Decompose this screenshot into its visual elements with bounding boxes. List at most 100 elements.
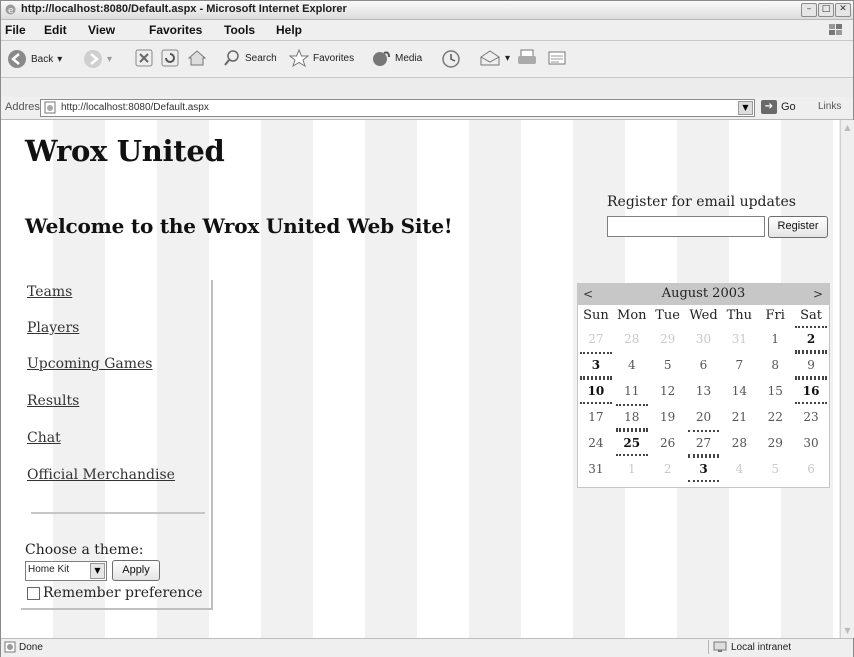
search-icon	[224, 50, 239, 66]
print-button[interactable]	[517, 49, 537, 67]
svg-text:e: e	[8, 6, 14, 16]
history-button[interactable]	[441, 49, 461, 69]
maximize-icon[interactable]: □	[818, 3, 834, 17]
back-button[interactable]: Back ▾	[7, 49, 62, 69]
calendar-day[interactable]: 31	[578, 456, 614, 482]
calendar-day[interactable]: 1	[757, 326, 793, 352]
forward-button[interactable]: ▾	[83, 49, 112, 69]
calendar-day[interactable]: 27	[578, 326, 614, 352]
calendar-day[interactable]: 26	[650, 430, 686, 456]
apply-button[interactable]: Apply	[112, 560, 160, 581]
remember-checkbox[interactable]	[27, 586, 40, 600]
menu-favorites[interactable]: Favorites	[149, 23, 202, 37]
calendar-day[interactable]: 9	[795, 352, 827, 378]
nav-link-upcoming-games[interactable]: Upcoming Games	[27, 356, 153, 372]
menu-edit[interactable]: Edit	[44, 23, 67, 37]
remember-preference-option[interactable]: Remember preference	[27, 585, 203, 601]
calendar-day[interactable]: 4	[614, 352, 650, 378]
calendar-day[interactable]: 20	[686, 404, 722, 430]
calendar-day[interactable]: 17	[578, 404, 614, 430]
scroll-up-icon[interactable]: ▲	[842, 122, 853, 133]
calendar-day[interactable]: 10	[580, 378, 612, 404]
back-dropdown-icon[interactable]: ▾	[57, 54, 62, 65]
calendar-day[interactable]: 19	[650, 404, 686, 430]
calendar-day[interactable]: 29	[757, 430, 793, 456]
calendar-day[interactable]: 24	[578, 430, 614, 456]
menu-view[interactable]: View	[88, 23, 115, 37]
home-icon	[187, 50, 207, 66]
calendar-day[interactable]: 14	[721, 378, 757, 404]
minimize-icon[interactable]: –	[801, 3, 817, 17]
stop-button[interactable]	[135, 49, 153, 67]
forward-dropdown-icon[interactable]: ▾	[107, 54, 112, 65]
calendar-day[interactable]: 30	[686, 326, 722, 352]
calendar-day[interactable]: 30	[793, 430, 829, 456]
calendar-header: < August 2003 >	[578, 284, 829, 305]
calendar-day[interactable]: 4	[721, 456, 757, 482]
calendar-day[interactable]: 25	[615, 430, 648, 456]
nav-link-official-merchandise[interactable]: Official Merchandise	[27, 467, 175, 483]
vertical-scrollbar[interactable]: ▲ ▼	[840, 120, 854, 638]
calendar-day[interactable]: 15	[757, 378, 793, 404]
nav-link-teams[interactable]: Teams	[27, 284, 72, 300]
menu-file[interactable]: File	[5, 23, 26, 37]
refresh-icon	[161, 49, 179, 67]
calendar-day[interactable]: 2	[795, 326, 827, 352]
calendar-day[interactable]: 29	[650, 326, 686, 352]
favorites-button[interactable]: Favorites	[289, 49, 354, 67]
calendar-day[interactable]: 13	[686, 378, 722, 404]
theme-select[interactable]: Home Kit ▼	[25, 561, 107, 581]
mail-dropdown-icon[interactable]: ▾	[505, 53, 510, 64]
email-field[interactable]	[607, 216, 765, 237]
calendar-day[interactable]: 6	[793, 456, 829, 482]
calendar-day[interactable]: 31	[721, 326, 757, 352]
calendar-day[interactable]: 11	[614, 378, 650, 404]
nav-menu: Teams Players Upcoming Games Results Cha…	[21, 280, 213, 610]
home-button[interactable]	[187, 49, 207, 67]
calendar-day[interactable]: 22	[757, 404, 793, 430]
close-icon[interactable]: ✕	[835, 3, 851, 17]
scroll-down-icon[interactable]: ▼	[842, 625, 853, 636]
calendar-day[interactable]: 3	[687, 456, 720, 482]
security-zone: Local intranet	[708, 640, 849, 654]
mail-icon	[480, 50, 500, 66]
address-input[interactable]: http://localhost:8080/Default.aspx ▼	[40, 99, 755, 117]
calendar-day[interactable]: 7	[721, 352, 757, 378]
calendar-day[interactable]: 28	[614, 326, 650, 352]
nav-link-chat[interactable]: Chat	[27, 430, 61, 446]
links-button[interactable]: Links	[818, 101, 841, 112]
calendar-day[interactable]: 28	[721, 430, 757, 456]
search-button[interactable]: Search	[223, 49, 277, 67]
calendar-day[interactable]: 16	[795, 378, 827, 404]
nav-link-results[interactable]: Results	[27, 393, 79, 409]
refresh-button[interactable]	[161, 49, 179, 67]
back-arrow-icon	[8, 50, 26, 68]
menu-bar: File Edit View Favorites Tools Help	[1, 20, 853, 41]
forward-arrow-icon	[84, 50, 102, 68]
register-button[interactable]: Register	[768, 216, 828, 238]
edit-button[interactable]	[547, 49, 567, 67]
calendar-day[interactable]: 8	[757, 352, 793, 378]
media-button[interactable]: Media	[371, 49, 422, 67]
calendar-day[interactable]: 1	[614, 456, 650, 482]
calendar-day[interactable]: 3	[580, 352, 612, 378]
mail-button[interactable]: ▾	[479, 49, 510, 67]
calendar-day[interactable]: 18	[615, 404, 648, 430]
calendar-day[interactable]: 6	[686, 352, 722, 378]
address-dropdown-icon[interactable]: ▼	[738, 101, 753, 115]
go-button[interactable]: ➔ Go	[761, 100, 796, 114]
calendar-day[interactable]: 2	[650, 456, 686, 482]
status-bar: Done Local intranet	[1, 638, 853, 657]
calendar-day[interactable]: 5	[650, 352, 686, 378]
calendar-day[interactable]: 27	[687, 430, 720, 456]
calendar-day[interactable]: 12	[650, 378, 686, 404]
calendar-next-month[interactable]: >	[813, 287, 823, 301]
go-arrow-icon: ➔	[761, 100, 777, 114]
nav-link-players[interactable]: Players	[27, 320, 79, 336]
menu-tools[interactable]: Tools	[224, 23, 255, 37]
menu-help[interactable]: Help	[276, 23, 302, 37]
calendar-day[interactable]: 5	[757, 456, 793, 482]
calendar-day[interactable]: 23	[793, 404, 829, 430]
chevron-down-icon[interactable]: ▼	[90, 563, 105, 579]
calendar-day[interactable]: 21	[721, 404, 757, 430]
